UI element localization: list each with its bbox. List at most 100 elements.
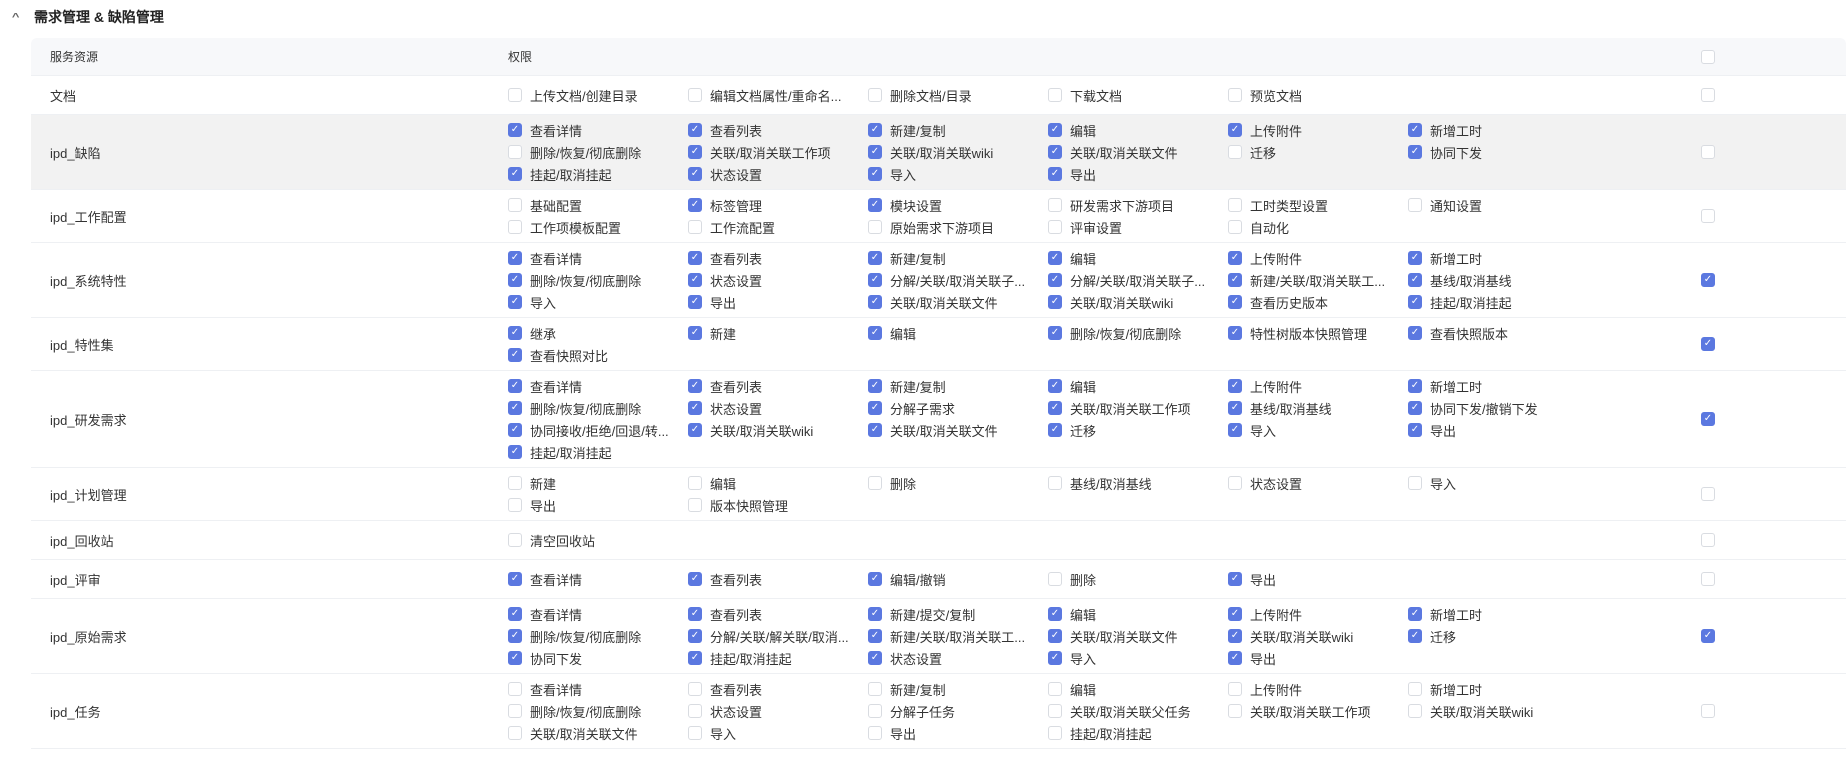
permission-checkbox[interactable]: ✓ [1228,326,1242,340]
permission-item[interactable]: ✓ 删除/恢复/彻底删除 [508,625,688,647]
permission-checkbox[interactable] [508,682,522,696]
permission-item[interactable]: ✓ 分解子需求 [868,397,1048,419]
permission-item[interactable]: ✓ 查看详情 [508,603,688,625]
permission-checkbox[interactable] [1048,220,1062,234]
permission-checkbox[interactable] [1228,476,1242,490]
permission-item[interactable]: ✓ 关联/取消关联wiki [868,141,1048,163]
permission-checkbox[interactable] [508,498,522,512]
permission-item[interactable]: ✓ 删除/恢复/彻底删除 [508,269,688,291]
permission-checkbox[interactable]: ✓ [1048,273,1062,287]
permission-item[interactable]: ✓ 查看快照版本 [1408,322,1588,344]
permission-checkbox[interactable]: ✓ [688,273,702,287]
permission-item[interactable]: 删除/恢复/彻底删除 [508,700,688,722]
permission-checkbox[interactable] [1228,704,1242,718]
permission-item[interactable]: 导出 [508,494,688,516]
permission-checkbox[interactable]: ✓ [1048,629,1062,643]
permission-checkbox[interactable]: ✓ [1228,251,1242,265]
permission-item[interactable]: ✓ 关联/取消关联文件 [868,291,1048,313]
permission-checkbox[interactable]: ✓ [688,423,702,437]
permission-item[interactable]: 导入 [688,722,868,744]
permission-item[interactable]: ✓ 查看快照对比 [508,344,688,366]
permission-item[interactable]: ✓ 编辑 [1048,247,1228,269]
permission-item[interactable]: ✓ 协同下发/撤销下发 [1408,397,1588,419]
permission-checkbox[interactable]: ✓ [868,572,882,586]
permission-checkbox[interactable] [1228,682,1242,696]
permission-item[interactable]: ✓ 新增工时 [1408,375,1588,397]
permission-item[interactable]: ✓ 编辑 [868,322,1048,344]
permission-checkbox[interactable]: ✓ [868,273,882,287]
permission-checkbox[interactable]: ✓ [1048,295,1062,309]
permission-item[interactable]: ✓ 继承 [508,322,688,344]
row-select-all-checkbox[interactable] [1701,533,1715,547]
permission-item[interactable]: ✓ 编辑/撤销 [868,568,1048,590]
permission-item[interactable]: 关联/取消关联父任务 [1048,700,1228,722]
permission-checkbox[interactable]: ✓ [688,167,702,181]
permission-item[interactable]: ✓ 挂起/取消挂起 [1408,291,1588,313]
permission-item[interactable]: ✓ 新增工时 [1408,119,1588,141]
permission-item[interactable]: 关联/取消关联工作项 [1228,700,1408,722]
permission-checkbox[interactable] [868,88,882,102]
permission-checkbox[interactable]: ✓ [688,295,702,309]
permission-item[interactable]: ✓ 导入 [1228,419,1408,441]
permission-checkbox[interactable] [508,145,522,159]
permission-checkbox[interactable]: ✓ [688,326,702,340]
permission-item[interactable]: ✓ 导入 [508,291,688,313]
permission-item[interactable]: ✓ 迁移 [1408,625,1588,647]
permission-item[interactable]: ✓ 新建/提交/复制 [868,603,1048,625]
permission-checkbox[interactable] [1408,704,1422,718]
permission-item[interactable]: ✓ 关联/取消关联文件 [1048,141,1228,163]
permission-item[interactable]: ✓ 新建/复制 [868,119,1048,141]
permission-checkbox[interactable]: ✓ [508,423,522,437]
permission-checkbox[interactable] [1228,88,1242,102]
permission-item[interactable]: 迁移 [1228,141,1408,163]
permission-checkbox[interactable]: ✓ [508,379,522,393]
permission-checkbox[interactable] [688,220,702,234]
permission-checkbox[interactable] [688,682,702,696]
permission-item[interactable]: 关联/取消关联文件 [508,722,688,744]
permission-item[interactable]: ✓ 查看列表 [688,375,868,397]
permission-checkbox[interactable] [688,88,702,102]
chevron-up-icon[interactable]: ^ [12,12,30,23]
permission-checkbox[interactable]: ✓ [868,401,882,415]
permission-item[interactable]: 自动化 [1228,216,1408,238]
permission-item[interactable]: 工作流配置 [688,216,868,238]
permission-checkbox[interactable]: ✓ [1048,145,1062,159]
row-select-all-checkbox[interactable] [1701,487,1715,501]
permission-item[interactable]: 删除 [868,472,1048,494]
permission-checkbox[interactable]: ✓ [1048,401,1062,415]
permission-checkbox[interactable]: ✓ [688,198,702,212]
permission-checkbox[interactable]: ✓ [1228,629,1242,643]
permission-checkbox[interactable]: ✓ [688,401,702,415]
permission-checkbox[interactable]: ✓ [1228,401,1242,415]
permission-checkbox[interactable] [508,198,522,212]
permission-item[interactable]: 工作项模板配置 [508,216,688,238]
permission-item[interactable]: ✓ 查看详情 [508,119,688,141]
permission-checkbox[interactable]: ✓ [1228,379,1242,393]
permission-checkbox[interactable]: ✓ [508,572,522,586]
permission-item[interactable]: ✓ 协同接收/拒绝/回退/转... [508,419,688,441]
permission-item[interactable]: ✓ 状态设置 [868,647,1048,669]
permission-item[interactable]: ✓ 导出 [1228,568,1408,590]
row-select-all-checkbox[interactable]: ✓ [1701,412,1715,426]
permission-item[interactable]: ✓ 迁移 [1048,419,1228,441]
permission-checkbox[interactable]: ✓ [1408,401,1422,415]
permission-checkbox[interactable]: ✓ [508,123,522,137]
permission-checkbox[interactable]: ✓ [868,295,882,309]
permission-checkbox[interactable]: ✓ [1408,326,1422,340]
permission-item[interactable]: 编辑 [688,472,868,494]
permission-item[interactable]: ✓ 新建/复制 [868,247,1048,269]
permission-checkbox[interactable] [1048,682,1062,696]
permission-item[interactable]: ✓ 编辑 [1048,603,1228,625]
permission-checkbox[interactable]: ✓ [1048,123,1062,137]
permission-checkbox[interactable]: ✓ [868,167,882,181]
permission-item[interactable]: ✓ 关联/取消关联工作项 [688,141,868,163]
permission-checkbox[interactable]: ✓ [868,145,882,159]
permission-checkbox[interactable] [1048,704,1062,718]
permission-checkbox[interactable]: ✓ [1048,379,1062,393]
permission-checkbox[interactable]: ✓ [508,167,522,181]
select-all-checkbox[interactable] [1701,49,1715,64]
permission-item[interactable]: ✓ 挂起/取消挂起 [508,163,688,185]
permission-item[interactable]: ✓ 模块设置 [868,194,1048,216]
permission-item[interactable]: ✓ 协同下发 [1408,141,1588,163]
permission-item[interactable]: ✓ 新增工时 [1408,603,1588,625]
